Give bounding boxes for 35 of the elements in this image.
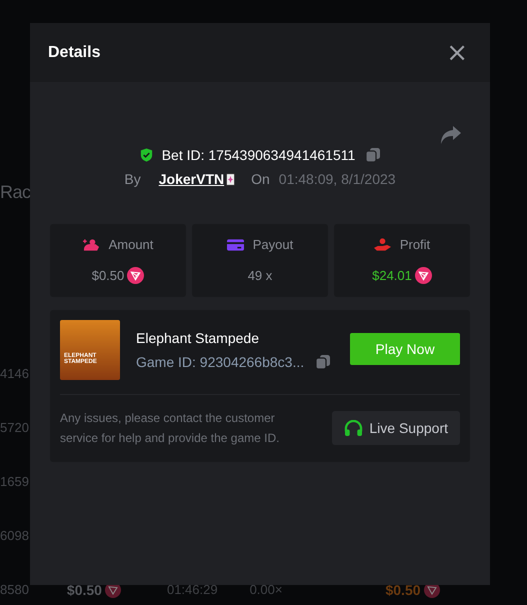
bet-id-text: 6098 <box>0 528 29 544</box>
bet-id-text: 1659 <box>0 474 29 490</box>
stat-value: 49 x <box>248 268 272 282</box>
live-support-button[interactable]: Live Support <box>332 411 460 445</box>
amount-text: $0.50 <box>66 582 102 598</box>
bet-id-text: 4146 <box>0 366 29 382</box>
stat-value: $24.01 <box>372 268 412 282</box>
card-icon <box>226 238 244 252</box>
copy-icon[interactable] <box>365 147 382 163</box>
shield-check-icon <box>138 147 154 163</box>
help-text: Any issues, please contact the customer service for help and provide the game ID. <box>60 410 280 447</box>
section-heading: Rac <box>0 181 31 204</box>
time-text: 01:46:29 <box>166 582 218 598</box>
payout-text: 0.00× <box>250 582 282 598</box>
stat-label: Amount <box>108 237 154 252</box>
game-id-text: Game ID: 92304266b8c3... <box>136 354 304 370</box>
profit-text: $0.50 <box>385 582 421 598</box>
share-icon[interactable] <box>440 125 462 145</box>
stat-label: Payout <box>252 237 294 252</box>
bet-datetime: 01:48:09, 8/1/2023 <box>278 171 396 187</box>
on-label: On <box>251 171 270 187</box>
stat-value: $0.50 <box>92 268 124 282</box>
copy-icon[interactable] <box>315 354 332 370</box>
bet-id-text: 8580 <box>0 582 29 598</box>
username-link[interactable]: JokerVTN <box>158 171 224 187</box>
bet-id-text: Bet ID: 1754390634941461511 <box>162 147 356 163</box>
close-button[interactable]: × <box>442 40 472 66</box>
headphones-icon <box>344 420 364 436</box>
stat-label: Profit <box>400 237 430 252</box>
bet-id-text: 5720 <box>0 420 29 436</box>
dialog-title: Details <box>48 44 100 62</box>
game-name: Elephant Stampede <box>136 330 260 346</box>
by-label: By <box>124 171 141 187</box>
hand-person-icon <box>374 238 391 252</box>
playing-card-icon <box>226 172 236 186</box>
